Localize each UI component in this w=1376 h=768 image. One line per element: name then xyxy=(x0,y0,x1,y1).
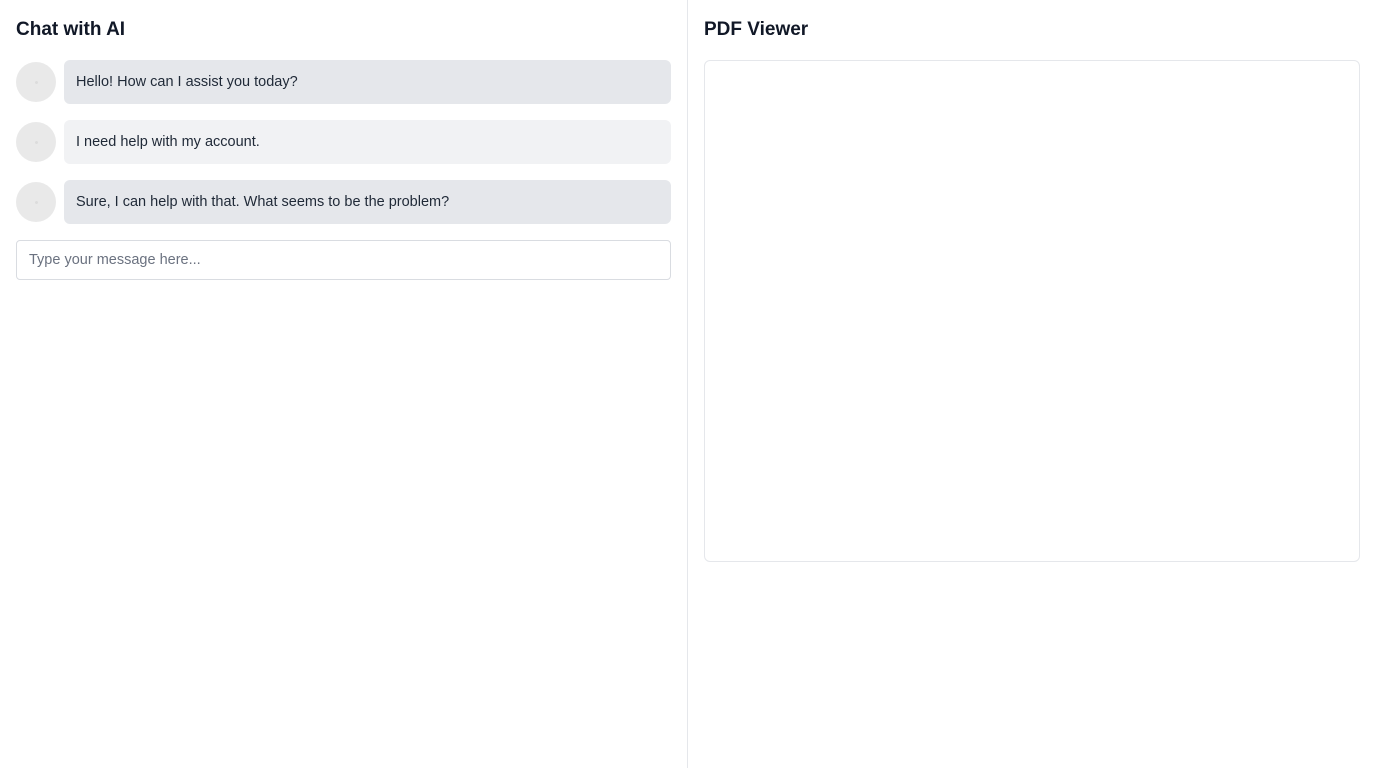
chat-panel: Chat with AI Hello! How can I assist you… xyxy=(0,0,688,768)
app-root: Chat with AI Hello! How can I assist you… xyxy=(0,0,1376,768)
avatar-placeholder-icon xyxy=(34,200,38,204)
message-bubble: I need help with my account. xyxy=(64,120,671,164)
pdf-panel: PDF Viewer xyxy=(688,0,1376,768)
message-row-ai: Sure, I can help with that. What seems t… xyxy=(16,180,671,224)
avatar xyxy=(16,182,56,222)
message-row-user: I need help with my account. xyxy=(16,120,671,164)
message-input-container[interactable] xyxy=(16,240,671,280)
message-input[interactable] xyxy=(29,242,658,278)
message-bubble: Hello! How can I assist you today? xyxy=(64,60,671,104)
avatar-placeholder-icon xyxy=(34,80,38,84)
avatar xyxy=(16,62,56,102)
avatar-placeholder-icon xyxy=(34,140,38,144)
chat-title: Chat with AI xyxy=(16,19,126,40)
pdf-title: PDF Viewer xyxy=(704,19,809,40)
avatar xyxy=(16,122,56,162)
message-row-ai: Hello! How can I assist you today? xyxy=(16,60,671,104)
message-bubble: Sure, I can help with that. What seems t… xyxy=(64,180,671,224)
pdf-viewer-frame[interactable] xyxy=(704,60,1360,562)
message-list[interactable]: Hello! How can I assist you today? I nee… xyxy=(16,60,671,224)
